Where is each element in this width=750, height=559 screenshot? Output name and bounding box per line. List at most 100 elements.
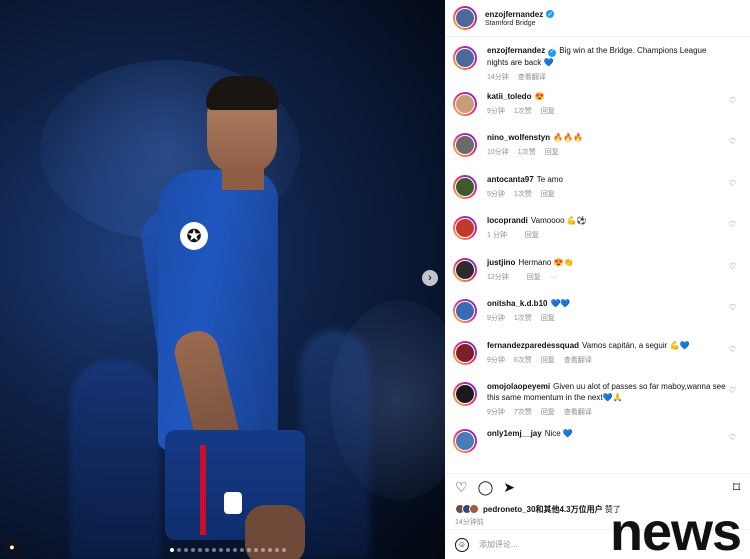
comment-input[interactable]: 添加评论... <box>479 539 518 550</box>
comment-extra[interactable]: ··· <box>550 273 557 282</box>
comment-username[interactable]: fernandezparedessquad <box>487 341 579 350</box>
chevron-right-icon: › <box>428 272 432 284</box>
carousel-dot <box>282 548 286 552</box>
comment-item: nino_wolfenstyn 🔥🔥🔥 10分钟 1次赞 回复 ♡ <box>453 132 742 174</box>
background-player <box>300 330 370 559</box>
comment-likes[interactable]: 1次赞 <box>514 107 532 116</box>
comment-extra[interactable]: 查看翻译 <box>564 356 592 365</box>
avatar[interactable] <box>453 6 477 30</box>
comment-heart-icon[interactable]: ♡ <box>729 179 736 188</box>
tagged-user-icon[interactable]: ● <box>4 539 20 555</box>
caption-username[interactable]: enzojfernandez <box>487 46 545 55</box>
comment-username[interactable]: antocanta97 <box>487 175 534 184</box>
comments-list[interactable]: enzojfernandez ✓ Big win at the Bridge. Ch… <box>445 37 750 473</box>
author-username[interactable]: enzojfernandez ✓ <box>485 10 555 19</box>
post-header: enzojfernandez ✓ Stamford Bridge <box>445 0 750 37</box>
comment-text: 💙💙 <box>550 299 571 308</box>
liker-username[interactable]: pedroneto_30 <box>483 505 535 514</box>
comment-heart-icon[interactable]: ♡ <box>729 262 736 271</box>
carousel-dot <box>212 548 216 552</box>
comment-heart-icon[interactable]: ♡ <box>729 386 736 395</box>
post-photo: ✪ › ● <box>0 0 445 559</box>
avatar[interactable] <box>453 429 477 453</box>
likes-count[interactable]: 和其他4.3万位用户 <box>535 504 602 515</box>
comment-item: only1emj__jay Nice 💙 ♡ <box>453 428 742 470</box>
comment-time: 1 分钟 <box>487 232 507 239</box>
comment-time: 5分钟 <box>487 190 505 198</box>
translate-link[interactable]: 查看翻译 <box>518 73 546 82</box>
player-hair <box>206 76 279 110</box>
avatar[interactable] <box>453 216 477 240</box>
comment-text: Te amo <box>536 174 563 184</box>
comment-extra[interactable]: 查看翻译 <box>564 408 592 417</box>
comment-username[interactable]: nino_wolfenstyn <box>487 133 550 142</box>
comment-username[interactable]: omojolaopeyemi <box>487 382 550 391</box>
comment-likes[interactable]: 1次赞 <box>514 190 532 199</box>
carousel-dot <box>170 548 174 552</box>
reply-button[interactable]: 回复 <box>541 314 555 323</box>
carousel-dot <box>198 548 202 552</box>
comment-text: Hermano 😍👏 <box>518 257 574 267</box>
comment-likes[interactable]: 1次赞 <box>514 314 532 323</box>
carousel-dot <box>177 548 181 552</box>
carousel-dot <box>240 548 244 552</box>
avatar[interactable] <box>453 174 477 199</box>
comment-heart-icon[interactable]: ♡ <box>729 220 736 229</box>
carousel-dot <box>233 548 237 552</box>
comment-item: katii_toledo 😍 9分钟 1次赞 回复 ♡ <box>453 91 742 133</box>
avatar[interactable] <box>453 46 477 70</box>
carousel-dot <box>275 548 279 552</box>
carousel-dot <box>247 548 251 552</box>
avatar[interactable] <box>453 382 477 406</box>
comment-time: 9分钟 <box>487 315 505 322</box>
comment-username[interactable]: only1emj__jay <box>487 429 542 438</box>
comment-text: 🔥🔥🔥 <box>553 133 584 142</box>
avatar[interactable] <box>453 340 477 365</box>
bookmark-icon[interactable]: ⌑ <box>733 479 740 496</box>
comment-time: 9分钟 <box>487 356 505 364</box>
carousel-dot <box>184 548 188 552</box>
reply-button[interactable]: 回复 <box>545 148 559 157</box>
avatar[interactable] <box>453 257 477 282</box>
reply-button[interactable]: 回复 <box>527 273 541 282</box>
username-text[interactable]: enzojfernandez <box>485 10 543 19</box>
comment-likes[interactable]: 7次赞 <box>514 408 532 417</box>
comment-username[interactable]: justjino <box>487 258 515 267</box>
comment-text: Nice 💙 <box>544 429 573 438</box>
comment-heart-icon[interactable]: ♡ <box>729 96 736 105</box>
comment-username[interactable]: locoprandi <box>487 216 528 225</box>
comment-heart-icon[interactable]: ♡ <box>729 303 736 312</box>
comment-item: justjino Hermano 😍👏 12分钟 回复 ··· ♡ <box>453 257 742 299</box>
caption-time: 14分钟 <box>487 73 509 81</box>
comment-username[interactable]: onitsha_k.d.b10 <box>487 299 547 308</box>
comment-likes[interactable]: 1次赞 <box>518 148 536 157</box>
share-icon[interactable]: ➤ <box>503 479 515 496</box>
reply-button[interactable]: 回复 <box>541 408 555 417</box>
avatar[interactable] <box>453 91 477 116</box>
reply-button[interactable]: 回复 <box>525 231 539 240</box>
news-watermark: news <box>610 502 742 559</box>
comment-heart-icon[interactable]: ♡ <box>729 433 736 442</box>
reply-button[interactable]: 回复 <box>541 356 555 365</box>
heart-icon[interactable]: ♡ <box>455 479 468 496</box>
comment-likes[interactable]: 6次赞 <box>514 356 532 365</box>
carousel-dots <box>170 548 286 552</box>
comments-panel: enzojfernandez ✓ Stamford Bridge enzojfe… <box>445 0 750 559</box>
comment-item: omojolaopeyemi Given uu alot of passes so… <box>453 381 742 428</box>
ucl-starball-icon: ✪ <box>180 222 208 250</box>
avatar[interactable] <box>453 299 477 323</box>
next-photo-button[interactable]: › <box>422 270 438 286</box>
comment-heart-icon[interactable]: ♡ <box>729 137 736 146</box>
avatar <box>469 504 479 514</box>
comment-username[interactable]: katii_toledo <box>487 92 531 101</box>
avatar[interactable] <box>453 133 477 157</box>
comment-heart-icon[interactable]: ♡ <box>729 345 736 354</box>
reply-button[interactable]: 回复 <box>541 107 555 116</box>
carousel-dot <box>191 548 195 552</box>
emoji-icon[interactable]: ☺ <box>455 537 469 552</box>
location-link[interactable]: Stamford Bridge <box>485 20 554 27</box>
carousel-dot <box>219 548 223 552</box>
comment-icon[interactable]: ◯ <box>478 479 494 496</box>
reply-button[interactable]: 回复 <box>541 190 555 199</box>
comment-text: Vamos capitán, a seguir 💪💙 <box>582 340 690 350</box>
